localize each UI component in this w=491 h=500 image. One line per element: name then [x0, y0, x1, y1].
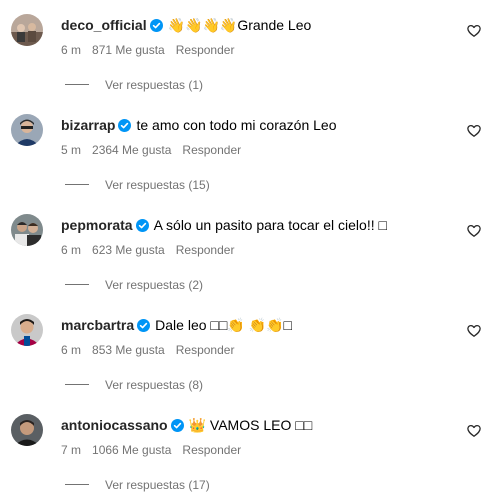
verified-badge-icon	[118, 118, 132, 136]
username[interactable]: antoniocassano	[61, 417, 168, 433]
like-heart-icon[interactable]	[467, 224, 481, 238]
like-heart-icon[interactable]	[467, 324, 481, 338]
comment-meta: 7 m 1066 Me gusta Responder	[61, 443, 252, 457]
verified-badge-icon	[137, 318, 151, 336]
divider	[65, 184, 89, 185]
comment-text: Dale leo □□👏 👏👏□	[155, 317, 292, 333]
reply-button[interactable]: Responder	[176, 343, 235, 357]
comment-item: marcbartra Dale leo □□👏 👏👏□ 6 m 853 Me gus…	[0, 300, 491, 400]
like-heart-icon[interactable]	[467, 24, 481, 38]
view-replies-label: Ver respuestas (8)	[105, 378, 204, 392]
comment-text: 👑 VAMOS LEO □□	[188, 417, 313, 433]
username[interactable]: pepmorata	[61, 217, 133, 233]
verified-badge-icon	[170, 418, 184, 436]
timestamp: 6 m	[61, 43, 82, 57]
view-replies-label: Ver respuestas (2)	[105, 278, 204, 292]
reply-button[interactable]: Responder	[176, 43, 235, 57]
view-replies-button[interactable]: Ver respuestas (2)	[65, 278, 203, 292]
comment-line: marcbartra Dale leo □□👏 👏👏□	[61, 316, 292, 336]
comment-item: pepmorata A sólo un pasito para tocar el …	[0, 200, 491, 300]
comment-line: antoniocassano 👑 VAMOS LEO □□	[61, 416, 312, 436]
reply-button[interactable]: Responder	[182, 443, 241, 457]
comment-item: deco_official 👋👋👋👋Grande Leo 6 m 871 Me gu…	[0, 0, 491, 100]
verified-badge-icon	[135, 218, 149, 236]
comment-meta: 6 m 871 Me gusta Responder	[61, 43, 245, 57]
verified-badge-icon	[149, 18, 163, 36]
view-replies-label: Ver respuestas (17)	[105, 478, 210, 492]
comment-meta: 6 m 853 Me gusta Responder	[61, 343, 245, 357]
view-replies-button[interactable]: Ver respuestas (1)	[65, 78, 203, 92]
avatar[interactable]	[11, 414, 43, 446]
like-heart-icon[interactable]	[467, 124, 481, 138]
comment-text: te amo con todo mi corazón Leo	[136, 117, 337, 133]
comment-item: antoniocassano 👑 VAMOS LEO □□ 7 m 1066 Me …	[0, 400, 491, 500]
timestamp: 6 m	[61, 243, 82, 257]
like-count[interactable]: 2364 Me gusta	[92, 143, 171, 157]
divider	[65, 284, 89, 285]
like-count[interactable]: 1066 Me gusta	[92, 443, 171, 457]
comment-line: deco_official 👋👋👋👋Grande Leo	[61, 16, 311, 36]
like-count[interactable]: 623 Me gusta	[92, 243, 165, 257]
comment-item: bizarrap te amo con todo mi corazón Leo 5…	[0, 100, 491, 200]
like-count[interactable]: 853 Me gusta	[92, 343, 165, 357]
view-replies-button[interactable]: Ver respuestas (15)	[65, 178, 210, 192]
view-replies-button[interactable]: Ver respuestas (17)	[65, 478, 210, 492]
like-heart-icon[interactable]	[467, 424, 481, 438]
divider	[65, 384, 89, 385]
timestamp: 5 m	[61, 143, 82, 157]
view-replies-label: Ver respuestas (1)	[105, 78, 204, 92]
comment-text: A sólo un pasito para tocar el cielo!! □	[153, 217, 387, 233]
username[interactable]: deco_official	[61, 17, 147, 33]
divider	[65, 84, 89, 85]
timestamp: 6 m	[61, 343, 82, 357]
view-replies-button[interactable]: Ver respuestas (8)	[65, 378, 203, 392]
comment-meta: 5 m 2364 Me gusta Responder	[61, 143, 252, 157]
avatar[interactable]	[11, 214, 43, 246]
timestamp: 7 m	[61, 443, 82, 457]
like-count[interactable]: 871 Me gusta	[92, 43, 165, 57]
avatar[interactable]	[11, 14, 43, 46]
reply-button[interactable]: Responder	[176, 243, 235, 257]
divider	[65, 484, 89, 485]
avatar[interactable]	[11, 314, 43, 346]
comment-text: 👋👋👋👋Grande Leo	[167, 17, 312, 33]
view-replies-label: Ver respuestas (15)	[105, 178, 210, 192]
reply-button[interactable]: Responder	[182, 143, 241, 157]
avatar[interactable]	[11, 114, 43, 146]
comment-line: bizarrap te amo con todo mi corazón Leo	[61, 116, 336, 136]
comment-line: pepmorata A sólo un pasito para tocar el …	[61, 216, 387, 236]
comment-meta: 6 m 623 Me gusta Responder	[61, 243, 245, 257]
username[interactable]: marcbartra	[61, 317, 134, 333]
username[interactable]: bizarrap	[61, 117, 115, 133]
